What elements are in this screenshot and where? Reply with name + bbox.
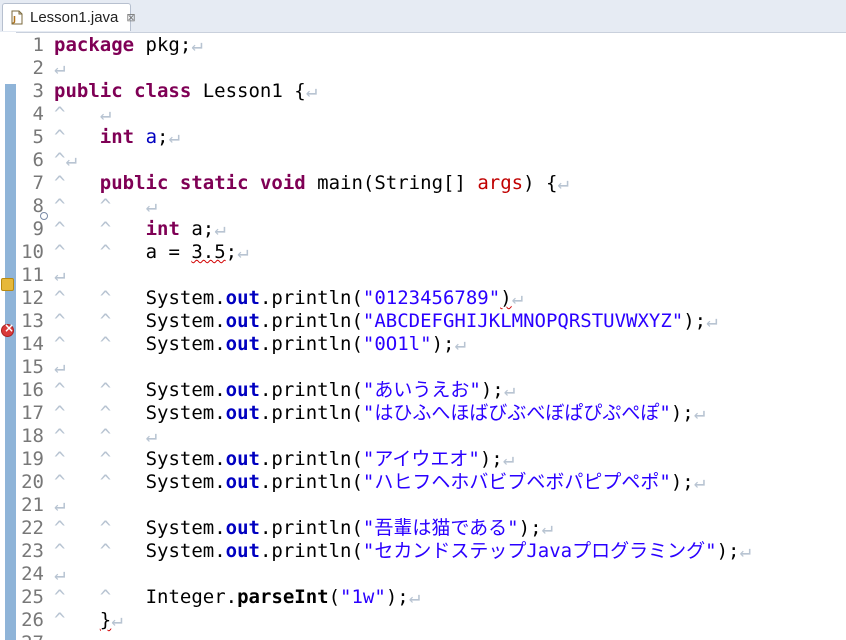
code-line-23: ^ ^ System.out.println("セカンドステップJavaプログラ… <box>54 540 751 562</box>
line-number-25: 25 <box>21 586 44 608</box>
tab-title: Lesson1.java <box>30 9 119 26</box>
line-number-26: 26 <box>21 609 44 631</box>
code-line-4: ^ ↵ <box>54 103 112 125</box>
code-line-27: ↵ <box>54 632 65 640</box>
line-number-gutter: 1 2 3 4 5 6 7 8 9 10 11 12 13 14 15 16 17 18 19 20 21 22 23 24 2… <box>16 32 50 640</box>
code-line-9: ^ ^ int a;↵ <box>54 218 226 240</box>
line-number-7: 7 <box>32 172 44 194</box>
warning-marker-icon[interactable] <box>1 278 14 291</box>
line-number-5: 5 <box>32 126 44 148</box>
code-line-17: ^ ^ System.out.println("はひふへほばびぶべぼぱぴぷぺぽ"… <box>54 402 706 424</box>
line-number-11: 11 <box>21 264 44 286</box>
java-file-icon: J <box>9 10 24 25</box>
line-number-17: 17 <box>21 402 44 424</box>
line-number-2: 2 <box>32 57 44 79</box>
code-line-21: ↵ <box>54 494 66 516</box>
code-line-24: ↵ <box>54 563 66 585</box>
line-number-23: 23 <box>21 540 44 562</box>
code-line-15: ↵ <box>54 356 66 378</box>
line-number-14: 14 <box>21 333 44 355</box>
code-line-10: ^ ^ a = 3.5;↵ <box>54 241 249 263</box>
tab-lesson1-java[interactable]: J Lesson1.java ⊠ <box>2 3 136 31</box>
code-line-11: ↵ <box>54 264 66 286</box>
java-editor[interactable]: 1 2 3 4 5 6 7 8 9 10 11 12 13 14 15 16 17 18 19 20 21 22 23 24 2… <box>0 32 846 640</box>
close-icon[interactable]: ⊠ <box>126 11 135 24</box>
line-number-3: 3 <box>32 80 44 102</box>
line-number-16: 16 <box>21 379 44 401</box>
line-number-22: 22 <box>21 517 44 539</box>
code-line-22: ^ ^ System.out.println("吾輩は猫である");↵ <box>54 517 553 539</box>
code-line-12: ^ ^ System.out.println("0123456789")↵ <box>54 287 524 309</box>
line-number-10: 10 <box>21 241 44 263</box>
line-number-20: 20 <box>21 471 44 493</box>
error-marker-icon[interactable] <box>1 321 14 337</box>
code-line-2: ↵ <box>54 57 66 79</box>
code-line-7: ^ public static void main(String[] args)… <box>54 172 569 194</box>
code-line-16: ^ ^ System.out.println("あいうえお");↵ <box>54 379 516 401</box>
code-line-14: ^ ^ System.out.println("0O1l");↵ <box>54 333 466 355</box>
editor-tab-bar: J Lesson1.java ⊠ <box>0 0 846 33</box>
line-number-1: 1 <box>32 34 44 56</box>
code-line-25: ^ ^ Integer.parseInt("1w");↵ <box>54 586 421 608</box>
overview-ruler-strip <box>5 84 16 640</box>
code-line-18: ^ ^ ↵ <box>54 425 158 447</box>
svg-text:J: J <box>12 15 16 24</box>
fold-collapse-icon[interactable] <box>40 212 48 220</box>
code-line-8: ^ ^ ↵ <box>54 195 158 217</box>
line-number-13: 13 <box>21 310 44 332</box>
line-number-6: 6 <box>32 149 44 171</box>
code-line-20: ^ ^ System.out.println("ハヒフヘホバビブベボパピプペポ"… <box>54 471 706 493</box>
line-number-27: 27 <box>16 632 44 640</box>
line-number-9: 9 <box>32 218 44 240</box>
code-line-26: ^ }↵ <box>54 609 123 631</box>
line-number-12: 12 <box>21 287 44 309</box>
code-line-19: ^ ^ System.out.println("アイウエオ");↵ <box>54 448 515 470</box>
line-number-4: 4 <box>32 103 44 125</box>
code-line-1: package pkg;↵ <box>54 34 203 56</box>
code-line-13: ^ ^ System.out.println("ABCDEFGHIJKLMNOP… <box>54 310 718 332</box>
line-number-15: 15 <box>21 356 44 378</box>
line-number-21: 21 <box>21 494 44 516</box>
line-number-19: 19 <box>21 448 44 470</box>
code-line-3: public class Lesson1 {↵ <box>54 80 318 102</box>
line-number-24: 24 <box>21 563 44 585</box>
code-line-6: ^↵ <box>54 149 77 171</box>
line-number-18: 18 <box>21 425 44 447</box>
code-line-5: ^ int a;↵ <box>54 126 180 148</box>
